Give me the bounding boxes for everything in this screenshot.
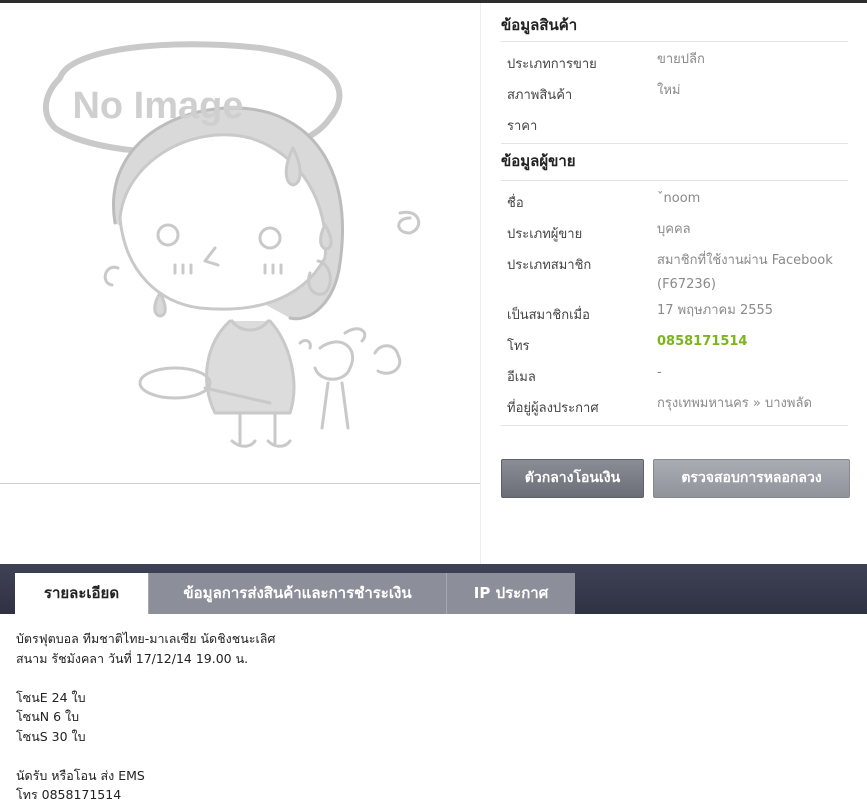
- description-line: สนาม รัชมังคลา วันที่ 17/12/14 19.00 น.: [16, 650, 249, 666]
- seller-info-list: ชื่อ ˇnoom ประเภทผู้ขาย บุคคล ประเภทสมาช…: [501, 181, 848, 426]
- tab-ip-post[interactable]: IP ประกาศ: [446, 573, 575, 614]
- panel-divider: [480, 3, 481, 564]
- sale-type-label: ประเภทการขาย: [507, 57, 597, 72]
- seller-type-value: บุคคล: [657, 222, 691, 237]
- product-info-title: ข้อมูลสินค้า: [501, 3, 848, 42]
- fraud-check-button[interactable]: ตรวจสอบการหลอกลวง: [653, 459, 850, 498]
- description-line: [16, 746, 856, 766]
- action-buttons: ตัวกลางโอนเงิน ตรวจสอบการหลอกลวง: [501, 459, 850, 498]
- member-since-label: เป็นสมาชิกเมื่อ: [507, 308, 590, 323]
- location-value: กรุงเทพมหานคร » บางพลัด: [657, 396, 812, 411]
- description-line: โซนE 24 ใบ: [16, 689, 86, 705]
- seller-name-label: ชื่อ: [507, 196, 524, 211]
- info-row-location: ที่อยู่ผู้ลงประกาศ กรุงเทพมหานคร » บางพล…: [501, 390, 848, 421]
- seller-name-value: ˇnoom: [657, 191, 701, 206]
- location-label: ที่อยู่ผู้ลงประกาศ: [507, 401, 599, 416]
- price-label: ราคา: [507, 119, 538, 134]
- price-value: [657, 103, 848, 110]
- tab-shipping-payment[interactable]: ข้อมูลการส่งสินค้าและการชำระเงิน: [148, 573, 446, 614]
- item-description: บัตรฟุตบอล ทีมชาติไทย-มาเลเซีย นัดชิงชนะ…: [16, 629, 856, 805]
- description-line: โทร 0858171514: [16, 787, 122, 802]
- condition-label: สภาพสินค้า: [507, 88, 573, 103]
- product-info-list: ประเภทการขาย ขายปลีก สภาพสินค้า ใหม่ ราค…: [501, 42, 848, 144]
- description-line: บัตรฟุตบอล ทีมชาติไทย-มาเลเซีย นัดชิงชนะ…: [16, 631, 276, 646]
- no-image-illustration: No Image: [43, 41, 421, 448]
- description-line: โซนN 6 ใบ: [16, 709, 80, 724]
- member-type-value: สมาชิกที่ใช้งานผ่าน Facebook (F67236): [657, 253, 833, 292]
- member-since-value: 17 พฤษภาคม 2555: [657, 303, 774, 318]
- email-value: -: [657, 365, 662, 380]
- member-type-label: ประเภทสมาชิก: [507, 258, 592, 273]
- phone-link[interactable]: 0858171514: [657, 323, 848, 354]
- info-row-member-type: ประเภทสมาชิก สมาชิกที่ใช้งานผ่าน Faceboo…: [501, 247, 848, 297]
- tab-bar: รายละเอียด ข้อมูลการส่งสินค้าและการชำระเ…: [0, 564, 867, 614]
- phone-label: โทร: [507, 339, 530, 354]
- escrow-button[interactable]: ตัวกลางโอนเงิน: [501, 459, 644, 498]
- description-line: [16, 668, 856, 688]
- no-image-text: No Image: [72, 85, 243, 127]
- email-label: อีเมล: [507, 370, 536, 385]
- tab-details[interactable]: รายละเอียด: [15, 573, 148, 614]
- product-image: No Image: [0, 3, 480, 484]
- description-line: โซนS 30 ใบ: [16, 728, 86, 744]
- info-row-price: ราคา: [501, 108, 848, 139]
- description-line: นัดรับ หรือโอน ส่ง EMS: [16, 767, 145, 783]
- seller-info-title: ข้อมูลผู้ขาย: [501, 144, 848, 181]
- info-panel: ข้อมูลสินค้า ประเภทการขาย ขายปลีก สภาพสิ…: [501, 3, 848, 426]
- sale-type-value: ขายปลีก: [657, 52, 705, 67]
- seller-type-label: ประเภทผู้ขาย: [507, 227, 583, 242]
- condition-value: ใหม่: [657, 83, 681, 98]
